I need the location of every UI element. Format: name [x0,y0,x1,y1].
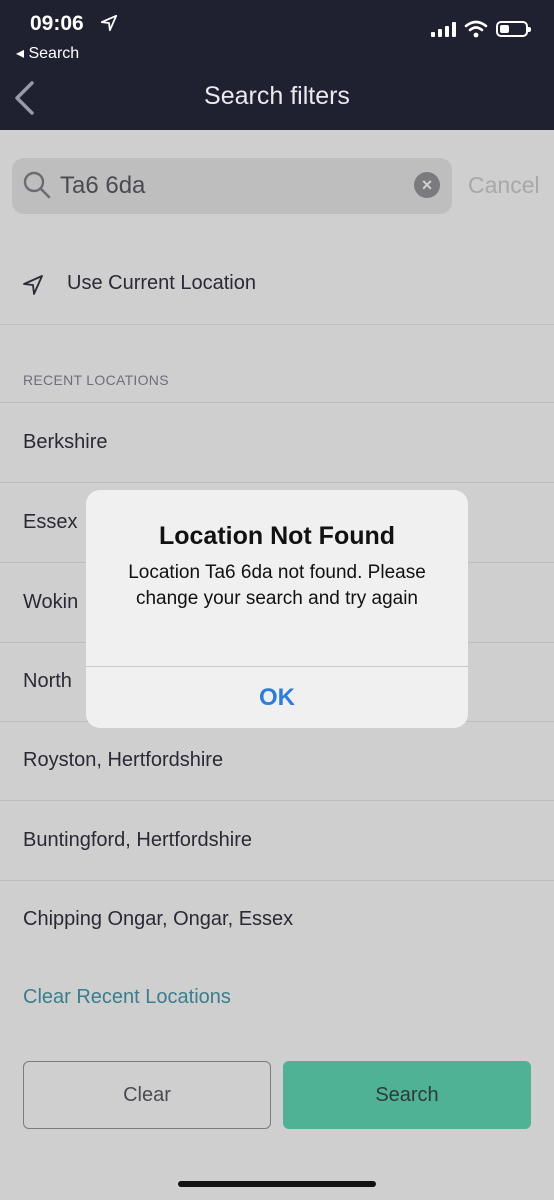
page-title: Search filters [204,82,350,110]
recent-location-label: Essex [23,511,78,533]
clear-button[interactable]: Clear [23,1061,271,1129]
recent-location-item[interactable]: Buntingford, Hertfordshire [0,801,554,881]
search-icon [23,171,51,199]
recent-location-item[interactable]: Berkshire [0,403,554,483]
recent-location-label: Royston, Hertfordshire [23,749,224,771]
location-services-icon [100,14,118,32]
clear-search-icon[interactable]: × [414,172,440,198]
search-input-value: Ta6 6da [60,172,146,199]
location-not-found-alert: Location Not Found Location Ta6 6da not … [86,490,468,728]
recent-location-label: Buntingford, Hertfordshire [23,829,253,851]
recent-locations-header: RECENT LOCATIONS [0,356,554,403]
alert-ok-button[interactable]: OK [86,667,468,728]
recent-location-item[interactable]: Chipping Ongar, Ongar, Essex [0,880,554,959]
home-indicator[interactable] [178,1181,376,1187]
back-to-app-link[interactable]: ◂ Search [16,43,79,63]
recent-locations-title: RECENT LOCATIONS [23,372,169,388]
status-time: 09:06 [30,12,84,35]
recent-location-label: Berkshire [23,431,108,453]
recent-location-item[interactable]: Royston, Hertfordshire [0,721,554,801]
search-button[interactable]: Search [283,1061,531,1129]
clear-recent-locations-link[interactable]: Clear Recent Locations [23,986,231,1009]
search-input[interactable]: Ta6 6da × [12,158,452,214]
recent-location-label: North [23,670,72,692]
recent-location-label: Chipping Ongar, Ongar, Essex [23,908,294,930]
location-arrow-icon [23,275,43,295]
cellular-signal-icon [431,21,456,37]
alert-title: Location Not Found [158,522,396,550]
app-header: 09:06 ◂ Search Search filters [0,0,554,130]
cancel-button[interactable]: Cancel [468,172,540,199]
status-indicators [431,20,531,38]
battery-icon [496,21,531,37]
use-current-location-label: Use Current Location [67,272,256,294]
use-current-location-row[interactable]: Use Current Location [0,244,554,325]
wifi-icon [464,20,488,38]
alert-message: Location Ta6 6da not found. Please chang… [128,562,426,609]
recent-location-label: Wokin [23,591,79,613]
